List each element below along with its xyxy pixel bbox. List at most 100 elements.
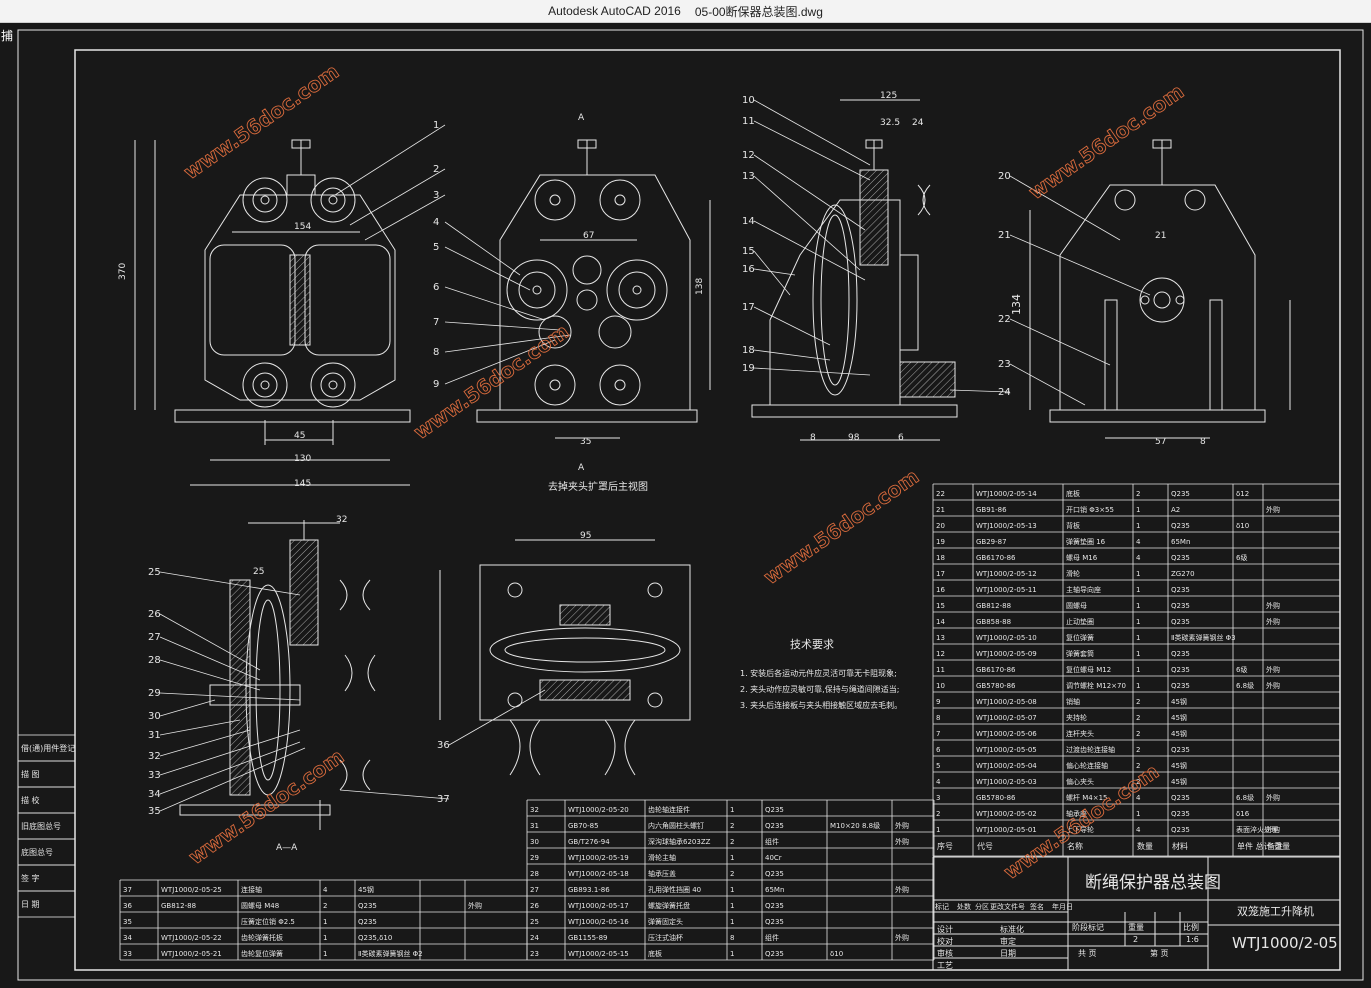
stamp-label: 描 校 xyxy=(21,795,40,805)
table-cell: 圆螺母 M48 xyxy=(241,901,279,910)
table-cell: 调节螺栓 M12×70 xyxy=(1066,681,1126,690)
callout-number: 8 xyxy=(433,347,439,358)
table-cell: 外购 xyxy=(1266,665,1280,674)
table-cell: Q235 xyxy=(765,822,784,830)
table-cell: Q235 xyxy=(1171,682,1190,690)
table-cell: 25 xyxy=(530,918,539,926)
table-cell: 45钢 xyxy=(1171,761,1187,770)
svg-text:阶段标记: 阶段标记 xyxy=(1072,922,1104,932)
front-view xyxy=(134,139,411,486)
table-cell: 复位螺母 M12 xyxy=(1066,665,1111,674)
table-cell: Q235,δ10 xyxy=(358,934,392,942)
table-cell: 1 xyxy=(1136,634,1140,642)
bom-right-table: 22 WTJ1000/2-05-14 底板 2 Q235 δ1221 GB91-86 开口销 … xyxy=(932,483,1341,857)
table-cell: 5 xyxy=(936,762,940,770)
table-cell: 1 xyxy=(1136,618,1140,626)
revision-header: 标记 处数 分区 更改文件号 签名 年月日 xyxy=(935,902,1073,911)
table-row: 9 WTJ1000/2-05-08 销轴 2 45钢 xyxy=(936,697,1187,706)
table-cell: 7 xyxy=(936,730,940,738)
drawing-canvas[interactable]: 捕 370 145 130 45 154 A A 67 138 35 去掉夹头扩… xyxy=(0,23,1371,988)
svg-text:134: 134 xyxy=(1010,294,1023,315)
table-cell: 17 xyxy=(936,570,945,578)
revision-col: 签名 xyxy=(1030,902,1044,911)
svg-text:标准化: 标准化 xyxy=(1000,924,1024,934)
table-cell: WTJ1000/2-05-13 xyxy=(976,522,1037,530)
table-cell: 4 xyxy=(1136,538,1141,546)
svg-text:A: A xyxy=(578,113,585,123)
table-cell: GB6170-86 xyxy=(976,554,1016,562)
table-cell: 12 xyxy=(936,650,945,658)
callout-number: 16 xyxy=(742,264,755,275)
table-cell: 4 xyxy=(1136,826,1141,834)
callout-number: 17 xyxy=(742,302,755,313)
table-cell: 孔用弹性挡圈 40 xyxy=(648,885,701,894)
right-dims: 134 21 57 8 xyxy=(1010,231,1206,447)
callout-number: 6 xyxy=(433,282,439,293)
table-cell: 14 xyxy=(936,618,945,626)
callout-number: 1 xyxy=(433,120,439,131)
table-cell: Q235 xyxy=(765,870,784,878)
svg-text:工艺: 工艺 xyxy=(937,961,953,970)
callout-number: 14 xyxy=(742,216,755,227)
table-cell: 1 xyxy=(1136,682,1140,690)
svg-text:32.5: 32.5 xyxy=(880,118,900,128)
table-cell: 18 xyxy=(936,554,945,562)
bom-left-table: 37 WTJ1000/2-05-25 连接轴 4 45钢 36 GB812-88 圆螺母 M4… xyxy=(119,879,528,961)
table-cell: 轴承压盖 xyxy=(648,869,676,878)
table-cell: 21 xyxy=(936,506,945,514)
table-row: 1 WTJ1000/2-05-01 上下导轮 4 Q235 表面淬火处理外购 xyxy=(936,825,1280,834)
table-cell: 40Cr xyxy=(765,854,782,862)
table-cell: 压注式油杯 xyxy=(648,933,683,942)
table-cell: 组件 xyxy=(765,837,779,846)
svg-text:370: 370 xyxy=(118,263,128,280)
svg-text:校对: 校对 xyxy=(937,936,953,946)
table-cell: 外购 xyxy=(1266,601,1280,610)
table-cell: 36 xyxy=(123,902,132,910)
table-cell: 1 xyxy=(730,918,734,926)
table-cell: WTJ1000/2-05-11 xyxy=(976,586,1037,594)
table-cell: 夹持轮 xyxy=(1066,713,1087,722)
table-cell: 底板 xyxy=(1066,489,1080,498)
svg-text:审定: 审定 xyxy=(1000,936,1016,946)
tech-requirements: 技术要求 1. 安装后各运动元件应灵活可靠无卡阻现象; 2. 夹头动作应灵敏可靠… xyxy=(740,638,902,710)
table-cell: 外购 xyxy=(1266,617,1280,626)
table-cell: 8 xyxy=(936,714,940,722)
callout-number: 27 xyxy=(148,632,161,643)
stamp-label: 底图总号 xyxy=(21,847,53,857)
table-cell: GB70-85 xyxy=(568,822,599,830)
table-cell: 外购 xyxy=(1266,793,1280,802)
table-row: 22 WTJ1000/2-05-14 底板 2 Q235 δ12 xyxy=(936,489,1249,498)
table-row: 23 WTJ1000/2-05-15 底板 1 Q235 δ10 xyxy=(530,949,843,958)
table-cell: GB5780-86 xyxy=(976,682,1016,690)
table-cell: 止动垫圈 xyxy=(1066,617,1094,626)
table-cell: Q235 xyxy=(1171,522,1190,530)
table-cell: 2 xyxy=(730,838,734,846)
table-cell: Q235 xyxy=(1171,746,1190,754)
table-cell: Q235 xyxy=(1171,602,1190,610)
front-dims: 370 145 130 45 154 xyxy=(118,222,311,489)
table-header-cell: 数量 xyxy=(1137,841,1153,851)
table-cell: 组件 xyxy=(765,933,779,942)
table-cell: 16 xyxy=(936,586,945,594)
table-cell: 45钢 xyxy=(1171,729,1187,738)
revision-col: 分区 xyxy=(975,902,989,911)
product-name: 双笼施工升降机 xyxy=(1237,904,1314,918)
tech-item-3: 3. 夹头后连接板与夹头相接触区域应去毛刺。 xyxy=(740,700,902,710)
table-cell: 螺旋弹簧托盘 xyxy=(648,901,690,910)
table-cell: Q235 xyxy=(1171,794,1190,802)
svg-text:设计: 设计 xyxy=(937,924,953,934)
section-caption: 去掉夹头扩罩后主视图 xyxy=(548,480,648,493)
table-cell: WTJ1000/2-05-06 xyxy=(976,730,1037,738)
table-cell: 1 xyxy=(1136,570,1140,578)
table-cell: 外购 xyxy=(468,901,482,910)
table-cell: WTJ1000/2-05-12 xyxy=(976,570,1037,578)
table-cell: 30 xyxy=(530,838,539,846)
table-cell: 连接轴 xyxy=(241,885,262,894)
table-cell: 滑轮主轴 xyxy=(648,853,676,862)
table-cell: 1 xyxy=(1136,506,1140,514)
svg-text:67: 67 xyxy=(583,231,594,241)
table-row: 26 WTJ1000/2-05-17 螺旋弹簧托盘 1 Q235 xyxy=(530,901,784,910)
table-cell: 2 xyxy=(730,822,734,830)
table-cell: WTJ1000/2-05-18 xyxy=(568,870,629,878)
table-row: 37 WTJ1000/2-05-25 连接轴 4 45钢 xyxy=(123,885,374,894)
